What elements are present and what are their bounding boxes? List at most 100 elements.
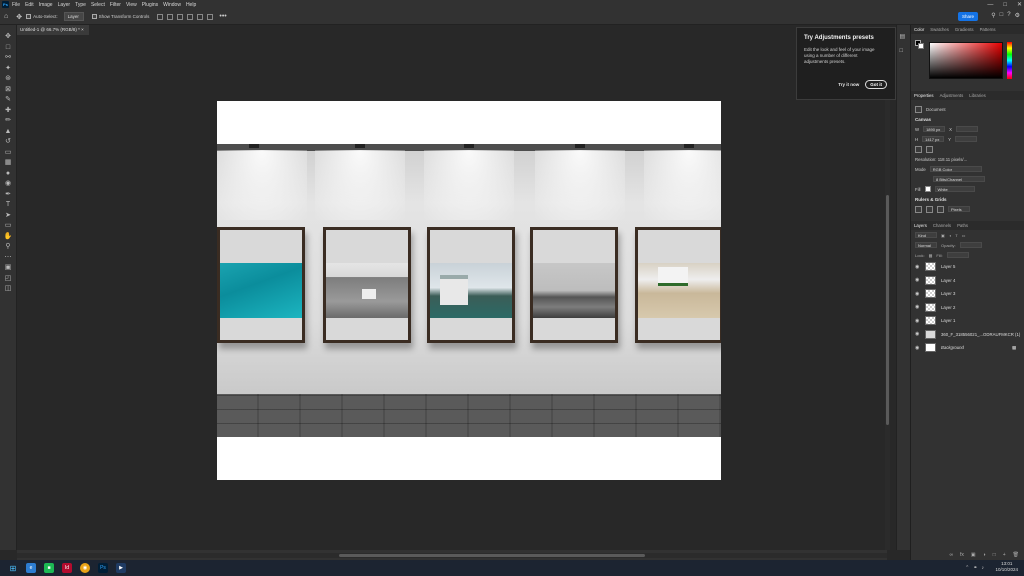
more-options-icon[interactable]: ••• (219, 13, 226, 20)
lock-icon[interactable]: ▩ (929, 253, 933, 258)
layer-row[interactable]: ◉ 360_F_318556021_...ODRAUFMKCR (1) (911, 328, 1024, 342)
windows-start-icon[interactable]: ⊞ (8, 563, 18, 573)
type-icon[interactable]: T (4, 201, 13, 210)
pen-icon[interactable]: ✒ (4, 191, 13, 200)
wifi-icon[interactable]: ⚭ (973, 565, 977, 571)
quick-select-icon[interactable]: ✦ (4, 65, 13, 74)
move-tool-icon[interactable]: ✥ (16, 13, 22, 21)
crop-icon[interactable]: ⊛ (4, 75, 13, 84)
layer-row[interactable]: ◉ Layer 2 (911, 301, 1024, 315)
layer-row[interactable]: ◉ Layer 4 (911, 274, 1024, 288)
add-mask-icon[interactable]: ▣ (971, 552, 976, 558)
media-icon[interactable]: ▶ (116, 563, 126, 573)
volume-icon[interactable]: ♪ (982, 565, 985, 571)
opacity-field[interactable] (959, 242, 982, 248)
fx-icon[interactable]: fx (960, 552, 964, 558)
history-icon[interactable]: ▤ (900, 33, 908, 40)
units-dropdown[interactable]: Pixels (948, 206, 970, 212)
grid-icon[interactable] (926, 205, 933, 213)
menu-image[interactable]: Image (39, 2, 53, 8)
path-select-icon[interactable]: ➤ (4, 212, 13, 221)
visibility-eye-icon[interactable]: ◉ (915, 291, 921, 297)
menu-select[interactable]: Select (91, 2, 105, 8)
x-field[interactable] (955, 126, 978, 132)
search-icon[interactable]: ⚲ (991, 12, 995, 19)
screen-mode-icon[interactable]: ◫ (4, 285, 13, 294)
vertical-scroll-thumb[interactable] (886, 195, 889, 425)
menu-type[interactable]: Type (75, 2, 86, 8)
workspace-icon[interactable]: □ (1000, 12, 1004, 19)
tab-paths[interactable]: Paths (957, 223, 968, 228)
align-left-icon[interactable] (157, 13, 164, 20)
dodge-icon[interactable]: ◉ (4, 180, 13, 189)
portrait-icon[interactable] (915, 145, 922, 153)
fill-swatch[interactable] (924, 186, 931, 192)
horizontal-scroll-thumb[interactable] (339, 554, 645, 557)
tab-gradients[interactable]: Gradients (955, 27, 974, 32)
brush-icon[interactable]: ✏ (4, 117, 13, 126)
blur-icon[interactable]: ● (4, 170, 13, 179)
width-field[interactable]: 1890 px (923, 126, 946, 132)
app-green-icon[interactable]: ■ (44, 563, 54, 573)
height-field[interactable]: 1417 px (922, 136, 945, 142)
layer-lock-icon[interactable]: ▩ (1012, 345, 1016, 351)
filter-adjust-icon[interactable]: ◑ (949, 233, 951, 238)
hue-slider[interactable] (1007, 42, 1012, 79)
visibility-eye-icon[interactable]: ◉ (915, 264, 921, 270)
comments-icon[interactable]: □ (900, 48, 908, 55)
fill-field[interactable] (946, 252, 969, 258)
lasso-icon[interactable]: ⚯ (4, 54, 13, 63)
visibility-eye-icon[interactable]: ◉ (915, 318, 921, 324)
ruler-icon[interactable] (915, 205, 922, 213)
new-layer-icon[interactable]: + (1003, 552, 1006, 558)
tab-patterns[interactable]: Patterns (980, 27, 996, 32)
menu-view[interactable]: View (126, 2, 137, 8)
minimize-icon[interactable]: — (987, 2, 993, 8)
menu-filter[interactable]: Filter (110, 2, 121, 8)
eraser-icon[interactable]: ▭ (4, 149, 13, 158)
close-icon[interactable]: ✕ (1017, 1, 1022, 8)
menu-window[interactable]: Window (163, 2, 181, 8)
menu-layer[interactable]: Layer (58, 2, 71, 8)
marquee-icon[interactable]: □ (4, 44, 13, 53)
show-transform-checkbox[interactable]: Show Transform Controls (91, 14, 149, 19)
history-brush-icon[interactable]: ↺ (4, 138, 13, 147)
rectangle-icon[interactable]: ▭ (4, 222, 13, 231)
layer-row[interactable]: ◉ Layer 5 (911, 260, 1024, 274)
menu-help[interactable]: Help (186, 2, 196, 8)
menu-edit[interactable]: Edit (25, 2, 34, 8)
move-icon[interactable]: ✥ (4, 33, 13, 42)
indesign-icon[interactable]: Id (62, 563, 72, 573)
layer-row[interactable]: ◉ Layer 1 (911, 314, 1024, 328)
mode-dropdown[interactable]: RGB Color (929, 166, 982, 172)
gear-icon[interactable]: ⚙ (1015, 12, 1020, 19)
guides-icon[interactable] (937, 205, 944, 213)
align-center-icon[interactable] (167, 13, 174, 20)
gradient-icon[interactable]: ▦ (4, 159, 13, 168)
visibility-eye-icon[interactable]: ◉ (915, 345, 921, 351)
photoshop-taskbar-icon[interactable]: Ps (98, 563, 108, 573)
tab-properties[interactable]: Properties (914, 93, 934, 98)
canvas-area[interactable] (17, 35, 887, 550)
tab-channels[interactable]: Channels (933, 223, 951, 228)
visibility-eye-icon[interactable]: ◉ (915, 277, 921, 283)
try-it-now-button[interactable]: Try it now (838, 82, 859, 87)
got-it-button[interactable]: Got it (865, 80, 887, 89)
fill-dropdown[interactable]: White (934, 186, 975, 192)
tab-close-icon[interactable]: × (81, 27, 84, 32)
filter-shape-icon[interactable]: ▭ (962, 233, 966, 238)
blend-mode-dropdown[interactable]: Normal (915, 242, 937, 248)
tab-swatches[interactable]: Swatches (930, 27, 949, 32)
landscape-icon[interactable] (926, 145, 933, 153)
home-icon[interactable]: ⌂ (4, 13, 8, 20)
maximize-icon[interactable]: □ (1003, 2, 1007, 8)
auto-select-dropdown[interactable]: Layer (63, 12, 84, 21)
share-button[interactable]: Share (957, 12, 978, 21)
eyedropper-icon[interactable]: ✎ (4, 96, 13, 105)
align-middle-icon[interactable] (197, 13, 204, 20)
tab-libraries[interactable]: Libraries (969, 93, 985, 98)
filter-type-icon[interactable]: T (955, 233, 957, 238)
menu-file[interactable]: File (12, 2, 20, 8)
filter-pixel-icon[interactable]: ▣ (941, 233, 945, 238)
chevron-up-icon[interactable]: ⌃ (965, 565, 969, 571)
